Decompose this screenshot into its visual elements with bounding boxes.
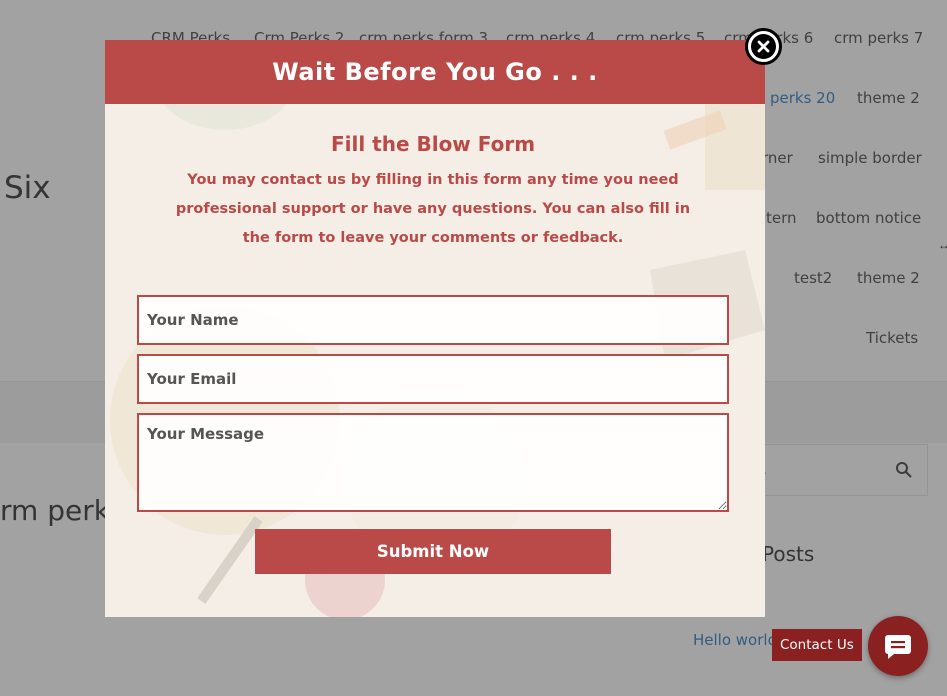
form-description: You may contact us by filling in this fo… <box>175 172 691 246</box>
contact-us-label[interactable]: Contact Us <box>772 629 862 661</box>
email-field[interactable] <box>137 354 729 404</box>
contact-chat-button[interactable] <box>868 616 928 676</box>
submit-button[interactable]: Submit Now <box>255 529 611 574</box>
form-heading: Fill the Blow Form <box>330 132 536 156</box>
message-field[interactable] <box>137 413 729 512</box>
close-icon <box>751 34 776 59</box>
popup-close-button[interactable] <box>745 28 782 65</box>
name-field[interactable] <box>137 295 729 345</box>
exit-intent-popup: Wait Before You Go . . . Fill the Blow F… <box>105 40 765 617</box>
contact-label-arrow <box>855 639 862 651</box>
popup-header: Wait Before You Go . . . <box>105 40 765 104</box>
chat-bubble-icon <box>885 635 911 659</box>
popup-title: Wait Before You Go . . . <box>272 58 598 86</box>
